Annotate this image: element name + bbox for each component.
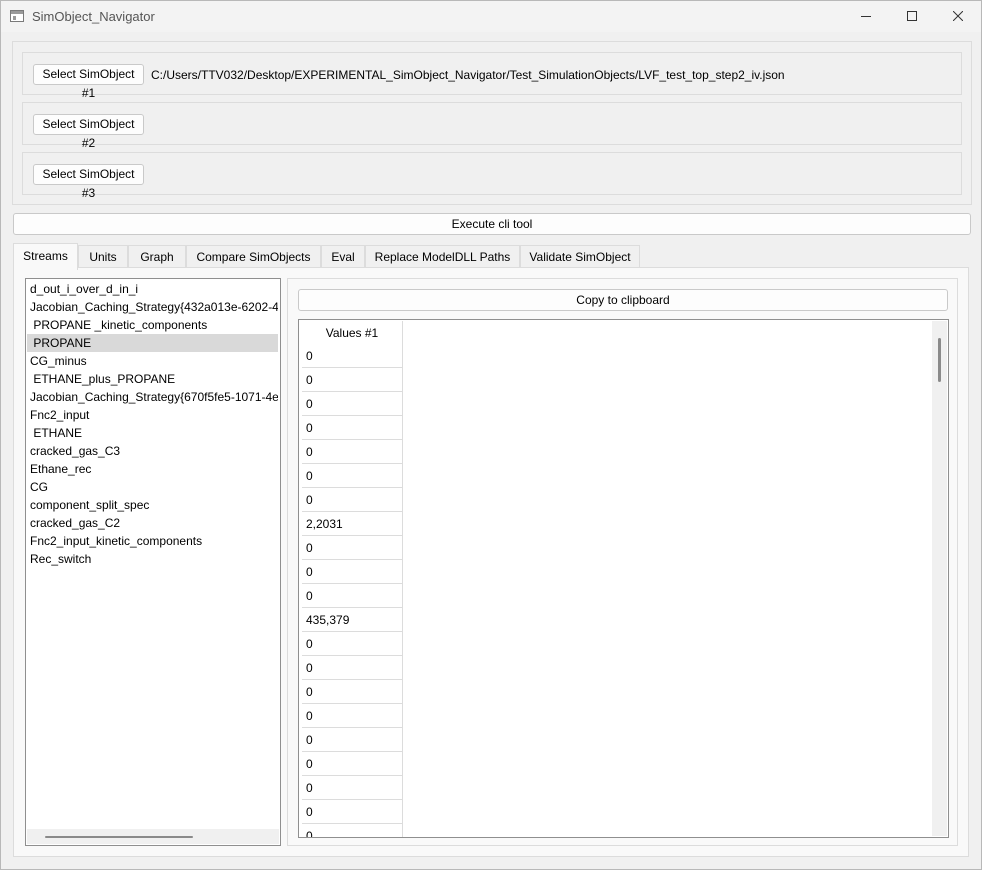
stream-list-item[interactable]: Ethane_rec bbox=[27, 460, 278, 478]
table-row[interactable]: 0 bbox=[302, 560, 403, 584]
stream-list-item[interactable]: CG bbox=[27, 478, 278, 496]
values-table: Values #1 0 0 0 0 0 0 0 2,2031 0 0 0 435,379 0 0 0 0 0 0 0… bbox=[298, 319, 949, 838]
stream-list-item[interactable]: Rec_switch bbox=[27, 550, 278, 568]
copy-to-clipboard-button[interactable]: Copy to clipboard bbox=[298, 289, 948, 311]
stream-list-item[interactable]: PROPANE bbox=[27, 334, 278, 352]
tab-streams[interactable]: Streams bbox=[13, 243, 78, 270]
table-row[interactable]: 0 bbox=[302, 464, 403, 488]
stream-list-item[interactable]: Fnc2_input_kinetic_components bbox=[27, 532, 278, 550]
close-button[interactable] bbox=[935, 1, 981, 32]
app-window-icon bbox=[10, 10, 24, 22]
table-row[interactable]: 435,379 bbox=[302, 608, 403, 632]
table-row[interactable]: 0 bbox=[302, 704, 403, 728]
simobject-2-group: Select SimObject #2 bbox=[22, 102, 962, 150]
tab-validate-simobject[interactable]: Validate SimObject bbox=[520, 245, 640, 269]
maximize-button[interactable] bbox=[889, 1, 935, 32]
maximize-icon bbox=[907, 11, 917, 21]
stream-list-item[interactable]: Fnc2_input bbox=[27, 406, 278, 424]
tab-units[interactable]: Units bbox=[78, 245, 128, 269]
stream-list-item[interactable]: ETHANE bbox=[27, 424, 278, 442]
table-row[interactable]: 0 bbox=[302, 416, 403, 440]
simobject-3-group: Select SimObject #3 bbox=[22, 152, 962, 200]
select-simobject-2-button[interactable]: Select SimObject #2 bbox=[33, 114, 144, 150]
title-bar: SimObject_Navigator bbox=[1, 1, 981, 32]
stream-list-item[interactable]: CG_minus bbox=[27, 352, 278, 370]
vertical-scrollbar[interactable] bbox=[932, 321, 947, 836]
stream-list-item[interactable]: cracked_gas_C2 bbox=[27, 514, 278, 532]
main-window: SimObject_Navigator Select SimObject #1 … bbox=[0, 0, 982, 870]
stream-list-item[interactable]: cracked_gas_C3 bbox=[27, 442, 278, 460]
stream-list-item[interactable]: d_out_i_over_d_in_i bbox=[27, 280, 278, 298]
table-row[interactable]: 0 bbox=[302, 776, 403, 800]
table-row[interactable]: 0 bbox=[302, 632, 403, 656]
stream-list-item[interactable]: ETHANE_plus_PROPANE bbox=[27, 370, 278, 388]
simobject-1-path: C:/Users/TTV032/Desktop/EXPERIMENTAL_Sim… bbox=[151, 68, 785, 82]
horizontal-scrollbar[interactable] bbox=[27, 829, 279, 844]
window-title: SimObject_Navigator bbox=[32, 9, 155, 24]
tab-replace-modeldll-paths[interactable]: Replace ModelDLL Paths bbox=[365, 245, 520, 269]
execute-cli-tool-button[interactable]: Execute cli tool bbox=[13, 213, 971, 235]
table-row[interactable]: 0 bbox=[302, 584, 403, 608]
table-row[interactable]: 0 bbox=[302, 368, 403, 392]
stream-list-item[interactable]: PROPANE _kinetic_components bbox=[27, 316, 278, 334]
table-row[interactable]: 0 bbox=[302, 392, 403, 416]
table-row[interactable]: 0 bbox=[302, 344, 403, 368]
tab-graph[interactable]: Graph bbox=[128, 245, 186, 269]
streams-tab-page: d_out_i_over_d_in_i Jacobian_Caching_Stra… bbox=[13, 267, 969, 857]
vertical-scrollbar-thumb[interactable] bbox=[938, 338, 941, 382]
select-simobject-3-button[interactable]: Select SimObject #3 bbox=[33, 164, 144, 200]
table-row[interactable]: 0 bbox=[302, 488, 403, 512]
close-icon bbox=[953, 11, 963, 21]
tab-eval[interactable]: Eval bbox=[321, 245, 365, 269]
simobject-selection-panel: Select SimObject #1 C:/Users/TTV032/Desk… bbox=[12, 41, 972, 205]
tab-compare-simobjects[interactable]: Compare SimObjects bbox=[186, 245, 321, 269]
stream-list-item[interactable]: component_split_spec bbox=[27, 496, 278, 514]
minimize-button[interactable] bbox=[843, 1, 889, 32]
table-row[interactable]: 0 bbox=[302, 656, 403, 680]
minimize-icon bbox=[861, 16, 871, 17]
table-row[interactable]: 2,2031 bbox=[302, 512, 403, 536]
table-row[interactable]: 0 bbox=[302, 752, 403, 776]
horizontal-scrollbar-thumb[interactable] bbox=[45, 836, 193, 838]
stream-list[interactable]: d_out_i_over_d_in_i Jacobian_Caching_Stra… bbox=[25, 278, 281, 846]
stream-list-item[interactable]: Jacobian_Caching_Strategy{670f5fe5-1071-… bbox=[27, 388, 278, 406]
table-row[interactable]: 0 bbox=[302, 680, 403, 704]
simobject-1-group: Select SimObject #1 C:/Users/TTV032/Desk… bbox=[22, 52, 962, 100]
table-row[interactable]: 0 bbox=[302, 440, 403, 464]
values-pane: Copy to clipboard Values #1 0 0 0 0 0 0 0 2,203… bbox=[287, 278, 958, 846]
table-row[interactable]: 0 bbox=[302, 824, 403, 837]
table-row[interactable]: 0 bbox=[302, 800, 403, 824]
table-row[interactable]: 0 bbox=[302, 536, 403, 560]
table-row[interactable]: 0 bbox=[302, 728, 403, 752]
select-simobject-1-button[interactable]: Select SimObject #1 bbox=[33, 64, 144, 100]
stream-list-item[interactable]: Jacobian_Caching_Strategy{432a013e-6202-… bbox=[27, 298, 278, 316]
column-header-values-1[interactable]: Values #1 bbox=[302, 321, 403, 345]
